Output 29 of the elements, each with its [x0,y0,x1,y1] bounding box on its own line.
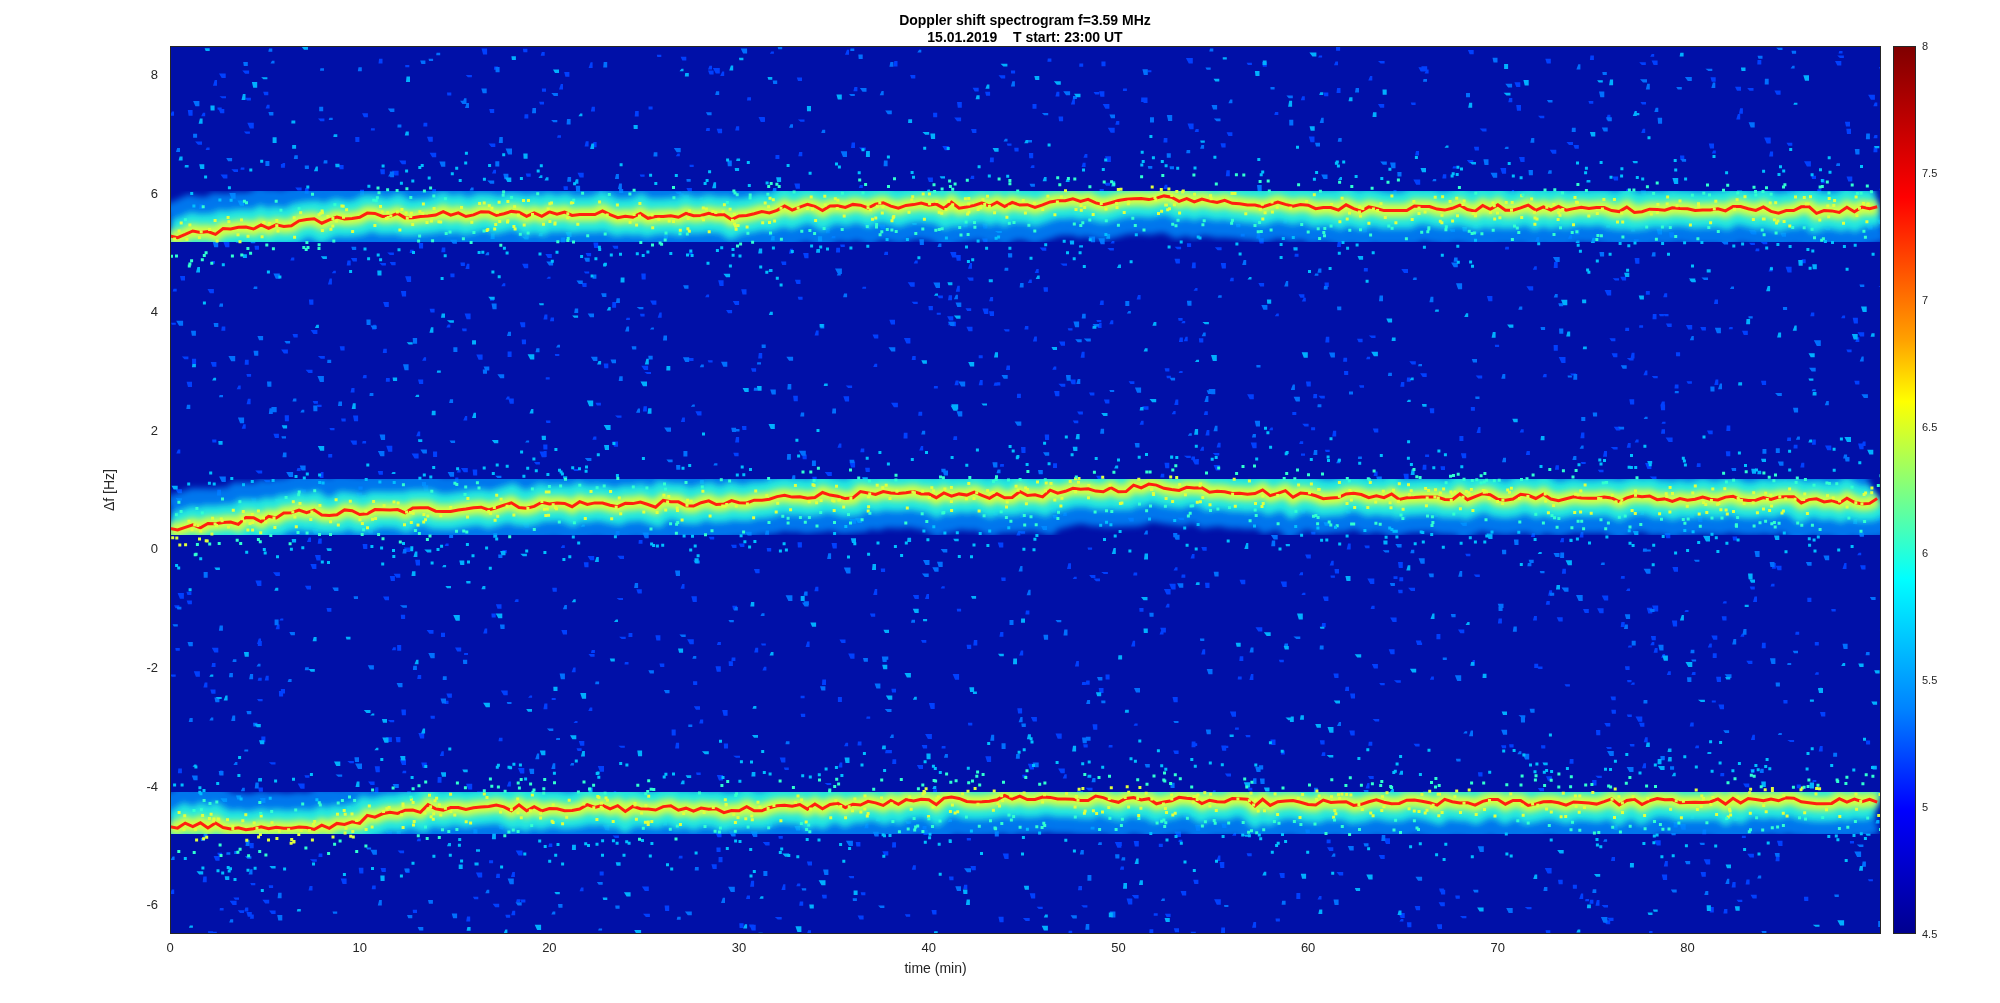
x-tick-label: 60 [1300,940,1316,955]
x-tick-label: 20 [542,940,557,955]
chart-subtitle: 15.01.2019 T start: 23:00 UT [927,29,1123,46]
x-tick-label: 10 [352,940,367,955]
x-tick-label: 0 [166,940,174,955]
colorbar-tick-label: 5.5 [1922,674,1938,687]
x-tick-label: 70 [1490,940,1506,955]
chart-title: Doppler shift spectrogram f=3.59 MHz [899,12,1151,29]
y-tick-label: -4 [146,778,158,794]
y-tick-label: 8 [150,66,158,82]
colorbar-tick-label: 4.5 [1922,928,1938,940]
colorbar-tick-label: 8 [1922,40,1929,52]
x-axis-label: time (min) [904,960,967,976]
y-tick-label: -6 [146,896,158,912]
y-tick-label: 2 [150,422,158,438]
colorbar-tick-label: 6 [1922,547,1929,560]
y-axis-label: Δf [Hz] [101,469,117,511]
colorbar-tick-label: 7.5 [1922,166,1938,179]
y-tick-label: -2 [146,659,158,675]
y-tick-label: 4 [150,303,158,319]
x-tick-label: 80 [1680,940,1695,955]
colorbar-tick-label: 6.5 [1922,420,1938,433]
y-tick-label: 6 [150,185,158,200]
x-tick-label: 50 [1111,940,1126,955]
y-tick-label: 0 [150,540,158,556]
colorbar-tick-label: 7 [1922,293,1929,306]
x-tick-label: 40 [921,940,936,955]
colorbar-tick-label: 5 [1922,801,1929,814]
x-tick-label: 30 [731,940,747,955]
